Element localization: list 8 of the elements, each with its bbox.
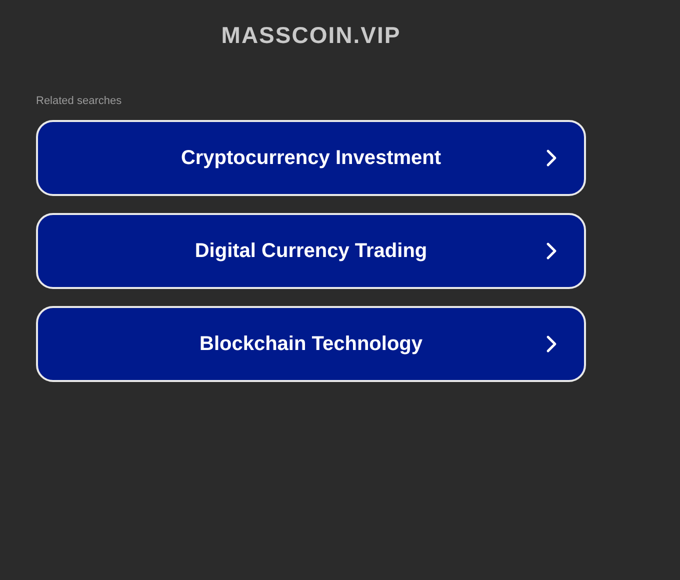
chevron-right-icon bbox=[546, 242, 558, 260]
search-link[interactable]: Cryptocurrency Investment bbox=[36, 120, 586, 196]
search-link[interactable]: Digital Currency Trading bbox=[36, 213, 586, 289]
chevron-right-icon bbox=[546, 335, 558, 353]
chevron-right-icon bbox=[546, 149, 558, 167]
section-heading: Related searches bbox=[36, 95, 122, 108]
site-title: MASSCOIN.VIP bbox=[221, 22, 401, 49]
search-link[interactable]: Blockchain Technology bbox=[36, 306, 586, 382]
